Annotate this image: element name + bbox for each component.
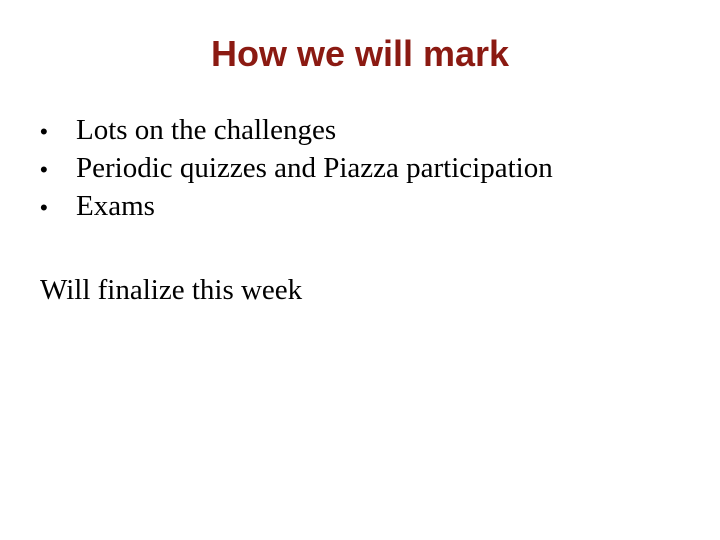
slide-title: How we will mark — [210, 33, 510, 74]
bullet-item: • Periodic quizzes and Piazza participat… — [40, 150, 553, 188]
bullet-text: Exams — [76, 190, 155, 222]
bullet-text: Periodic quizzes and Piazza participatio… — [76, 152, 553, 184]
slide: How we will mark • Lots on the challenge… — [0, 0, 720, 540]
slide-note: Will finalize this week — [40, 274, 303, 306]
bullet-icon: • — [40, 195, 48, 220]
bullet-text: Lots on the challenges — [76, 114, 337, 146]
bullet-item: • Exams — [40, 188, 553, 226]
bullet-item: • Lots on the challenges — [40, 112, 553, 150]
bullet-icon: • — [40, 119, 48, 144]
bullet-icon: • — [40, 157, 48, 182]
bullet-list: • Lots on the challenges • Periodic quiz… — [40, 112, 553, 226]
